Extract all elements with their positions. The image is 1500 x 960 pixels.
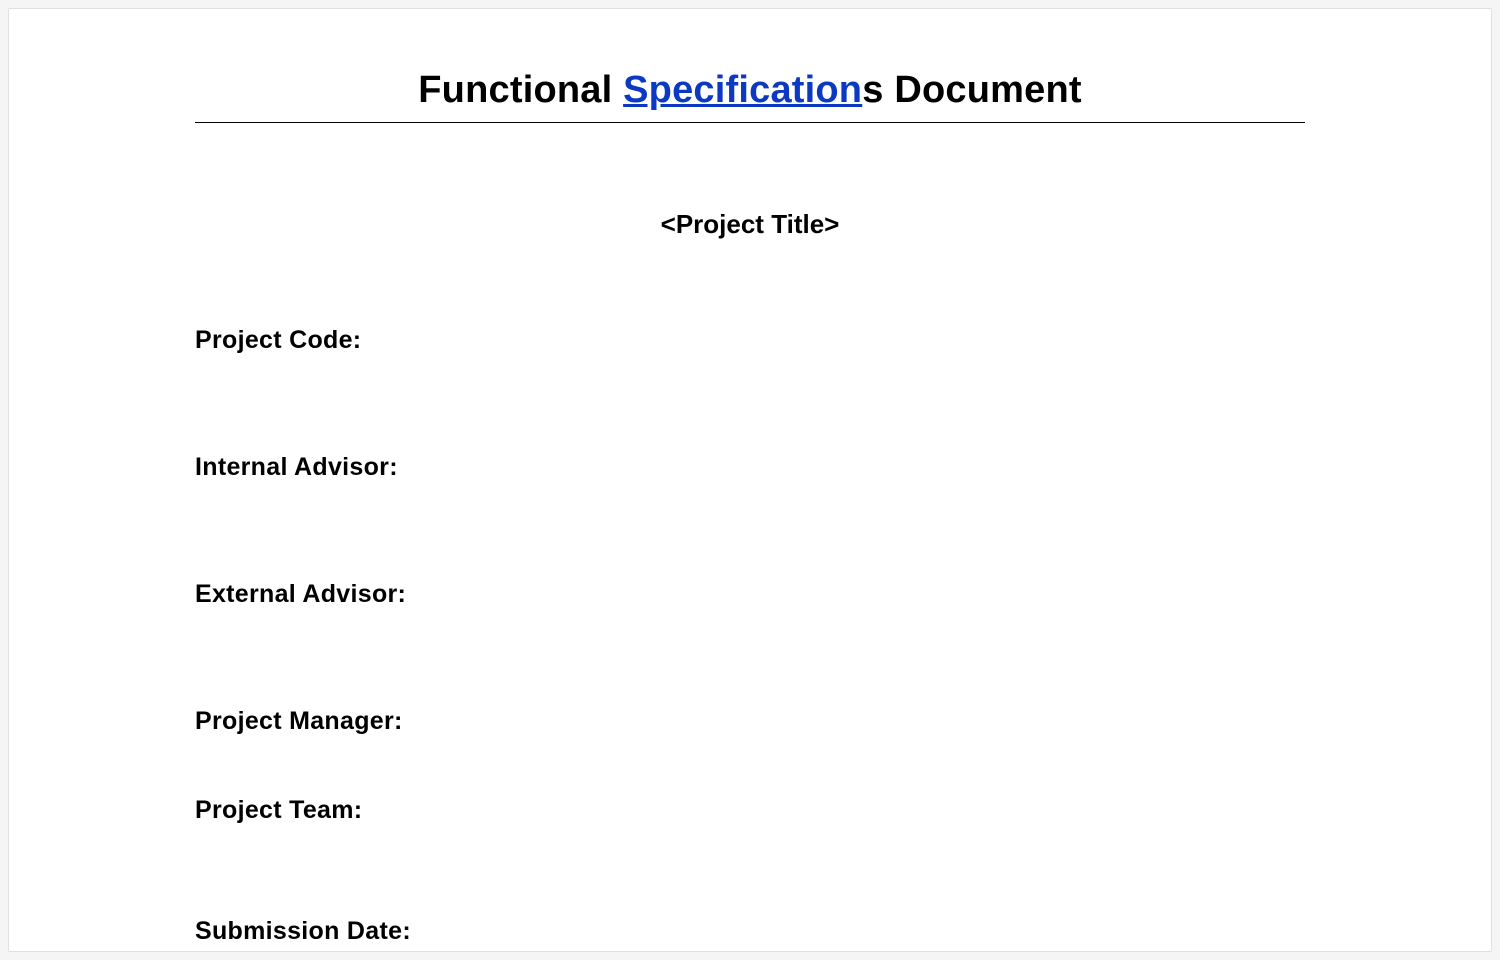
submission-date-label: Submission Date: (195, 917, 1305, 946)
title-part2: s Document (862, 69, 1081, 111)
document-page: Functional Specifications Document <Proj… (8, 8, 1492, 952)
project-team-label: Project Team: (195, 796, 1305, 825)
document-title: Functional Specifications Document (195, 69, 1305, 123)
project-title-placeholder: <Project Title> (195, 209, 1305, 240)
title-part1: Functional (418, 69, 623, 111)
project-manager-label: Project Manager: (195, 707, 1305, 736)
external-advisor-label: External Advisor: (195, 580, 1305, 609)
title-link[interactable]: Specification (623, 69, 862, 111)
project-code-label: Project Code: (195, 326, 1305, 355)
internal-advisor-label: Internal Advisor: (195, 453, 1305, 482)
